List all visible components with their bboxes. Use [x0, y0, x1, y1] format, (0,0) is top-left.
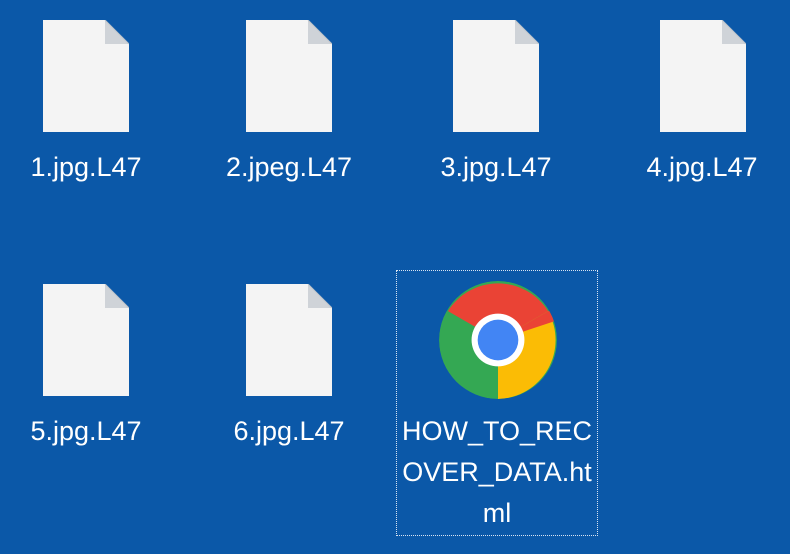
blank-file-icon	[246, 284, 332, 396]
file-3-jpg-l47[interactable]: 3.jpg.L47	[396, 20, 596, 200]
blank-file-icon	[43, 284, 129, 396]
file-name: 4.jpg.L47	[646, 152, 758, 182]
desktop: 1.jpg.L47 2.jpeg.L47 3.jpg.L47 4.jpg.L47	[0, 0, 790, 554]
blank-file-icon	[43, 20, 129, 132]
file-2-jpeg-l47[interactable]: 2.jpeg.L47	[189, 20, 389, 200]
file-name: 3.jpg.L47	[440, 152, 552, 182]
file-how-to-recover-data-html[interactable]: HOW_TO_RECOVER_DATA.html	[396, 270, 598, 536]
blank-file-icon	[453, 20, 539, 132]
file-6-jpg-l47[interactable]: 6.jpg.L47	[189, 284, 389, 464]
file-4-jpg-l47[interactable]: 4.jpg.L47	[602, 20, 790, 200]
file-name: 5.jpg.L47	[30, 416, 142, 446]
file-1-jpg-l47[interactable]: 1.jpg.L47	[0, 20, 186, 200]
file-5-jpg-l47[interactable]: 5.jpg.L47	[0, 284, 186, 464]
chrome-icon	[439, 281, 557, 399]
file-name: 2.jpeg.L47	[225, 152, 353, 182]
file-name: 6.jpg.L47	[233, 416, 345, 446]
blank-file-icon	[660, 20, 746, 132]
file-name: HOW_TO_RECOVER_DATA.html	[401, 416, 593, 528]
file-name: 1.jpg.L47	[30, 152, 142, 182]
blank-file-icon	[246, 20, 332, 132]
